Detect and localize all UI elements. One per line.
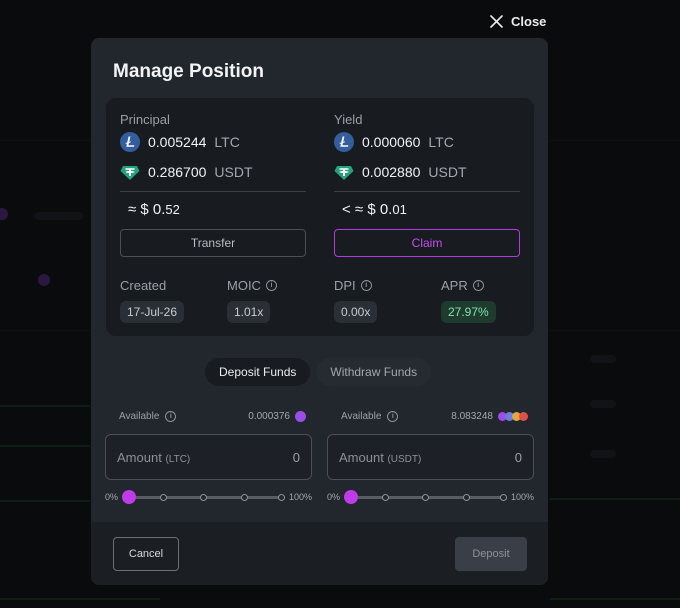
ltc-amount-unit: (LTC) <box>165 453 191 465</box>
deposit-button[interactable]: Deposit <box>455 537 527 571</box>
info-icon[interactable]: i <box>165 410 177 422</box>
ltc-slider-min: 0% <box>105 492 119 502</box>
slider-mark-25[interactable] <box>159 494 167 501</box>
manage-position-modal: Manage Position Principal 0.005244 LTC 0… <box>91 38 548 585</box>
ltc-slider-row: 0% 100% <box>105 490 312 504</box>
modal-title: Manage Position <box>113 61 264 82</box>
slider-mark-100[interactable] <box>277 494 285 501</box>
yield-usdt-symbol: USDT <box>428 164 467 180</box>
claim-button[interactable]: Claim <box>334 229 520 257</box>
principal-divider <box>120 191 306 192</box>
usdt-fund-panel: Available i 8.083248 Amount (USDT) 0 0% <box>327 408 534 504</box>
ltc-chain-icon <box>295 410 306 422</box>
info-icon[interactable]: i <box>265 280 277 291</box>
slider-mark-50[interactable] <box>200 494 208 501</box>
chain-icons <box>498 411 528 421</box>
usdt-available-value: 8.083248 <box>451 410 493 422</box>
yield-usdt-row: 0.002880 USDT <box>334 162 467 182</box>
ltc-available-label: Available <box>119 410 160 422</box>
usdt-amount-value: 0 <box>514 449 522 465</box>
ltc-amount-slider[interactable] <box>122 490 285 504</box>
principal-approx-main: ≈ $ 0. <box>128 201 166 218</box>
stat-apr-label: APR <box>441 278 468 293</box>
slider-thumb[interactable] <box>344 490 359 504</box>
slider-mark-75[interactable] <box>241 494 249 501</box>
usdt-amount-slider[interactable] <box>344 490 507 504</box>
principal-ltc-row: 0.005244 LTC <box>120 132 240 152</box>
tab-deposit-funds[interactable]: Deposit Funds <box>205 358 311 386</box>
yield-label: Yield <box>334 112 363 127</box>
stat-dpi-value: 0.00x <box>334 301 378 323</box>
principal-label: Principal <box>120 112 170 127</box>
yield-approx-decimals: 01 <box>392 202 407 217</box>
stat-moic-value: 1.01x <box>227 301 271 323</box>
yield-divider <box>334 191 520 192</box>
ltc-amount-value: 0 <box>292 449 300 465</box>
ltc-amount-label: Amount <box>117 449 162 465</box>
ltc-fund-panel: Available i 0.000376 Amount (LTC) 0 0% 1… <box>105 408 312 504</box>
usdt-slider-max: 100% <box>510 492 534 502</box>
usdt-amount-input[interactable]: Amount (USDT) 0 <box>327 434 534 480</box>
stat-dpi-label: DPI <box>334 278 356 293</box>
slider-thumb[interactable] <box>122 490 137 504</box>
stat-apr-value: 27.97% <box>441 301 496 323</box>
principal-ltc-amount: 0.005244 <box>148 134 207 150</box>
ltc-icon <box>120 132 140 152</box>
principal-ltc-symbol: LTC <box>214 134 240 150</box>
transfer-button[interactable]: Transfer <box>120 229 306 257</box>
cancel-button[interactable]: Cancel <box>113 537 179 571</box>
principal-usdt-symbol: USDT <box>214 164 253 180</box>
usdt-available-row: Available i 8.083248 <box>327 408 534 424</box>
yield-ltc-symbol: LTC <box>428 134 454 150</box>
stat-moic-label: MOIC <box>227 278 261 293</box>
usdt-amount-label: Amount <box>339 449 384 465</box>
principal-usdt-row: 0.286700 USDT <box>120 162 253 182</box>
slider-mark-50[interactable] <box>422 494 430 501</box>
ltc-available-value: 0.000376 <box>248 410 290 422</box>
info-icon[interactable]: i <box>472 280 484 291</box>
fund-tabs: Deposit Funds Withdraw Funds <box>205 358 432 386</box>
slider-mark-100[interactable] <box>499 494 507 501</box>
ltc-available-row: Available i 0.000376 <box>105 408 312 424</box>
stat-moic: MOIC i 1.01x <box>227 278 277 323</box>
stat-apr: APR i 27.97% <box>441 278 496 323</box>
info-icon[interactable]: i <box>360 280 372 291</box>
usdt-available-label: Available <box>341 410 382 422</box>
principal-approx-decimals: 52 <box>165 202 180 217</box>
principal-approx-value: ≈ $ 0.52 <box>128 201 180 218</box>
stat-created-label: Created <box>120 278 167 293</box>
ltc-icon <box>334 132 354 152</box>
stat-created-value: 17-Jul-26 <box>120 301 185 323</box>
yield-usdt-amount: 0.002880 <box>362 164 421 180</box>
yield-ltc-amount: 0.000060 <box>362 134 421 150</box>
tab-withdraw-funds[interactable]: Withdraw Funds <box>316 358 432 386</box>
ltc-amount-input[interactable]: Amount (LTC) 0 <box>105 434 312 480</box>
usdt-slider-row: 0% 100% <box>327 490 534 504</box>
yield-approx-value: < ≈ $ 0.01 <box>342 201 407 218</box>
chain-icon <box>519 411 528 421</box>
usdt-amount-unit: (USDT) <box>387 453 422 465</box>
principal-usdt-amount: 0.286700 <box>148 164 207 180</box>
close-icon <box>490 15 503 28</box>
yield-ltc-row: 0.000060 LTC <box>334 132 454 152</box>
usdt-icon <box>334 166 354 180</box>
usdt-icon <box>120 166 140 180</box>
close-label: Close <box>511 14 547 29</box>
usdt-slider-min: 0% <box>327 492 341 502</box>
stat-created: Created 17-Jul-26 <box>120 278 185 323</box>
position-card: Principal 0.005244 LTC 0.286700 USDT ≈ $… <box>106 98 534 336</box>
ltc-slider-max: 100% <box>288 492 312 502</box>
slider-mark-75[interactable] <box>463 494 471 501</box>
modal-footer: Cancel Deposit <box>91 522 548 585</box>
close-button[interactable]: Close <box>490 14 546 29</box>
yield-approx-main: < ≈ $ 0. <box>342 201 393 218</box>
stat-dpi: DPI i 0.00x <box>334 278 378 323</box>
info-icon[interactable]: i <box>387 410 399 422</box>
slider-mark-25[interactable] <box>381 494 389 501</box>
